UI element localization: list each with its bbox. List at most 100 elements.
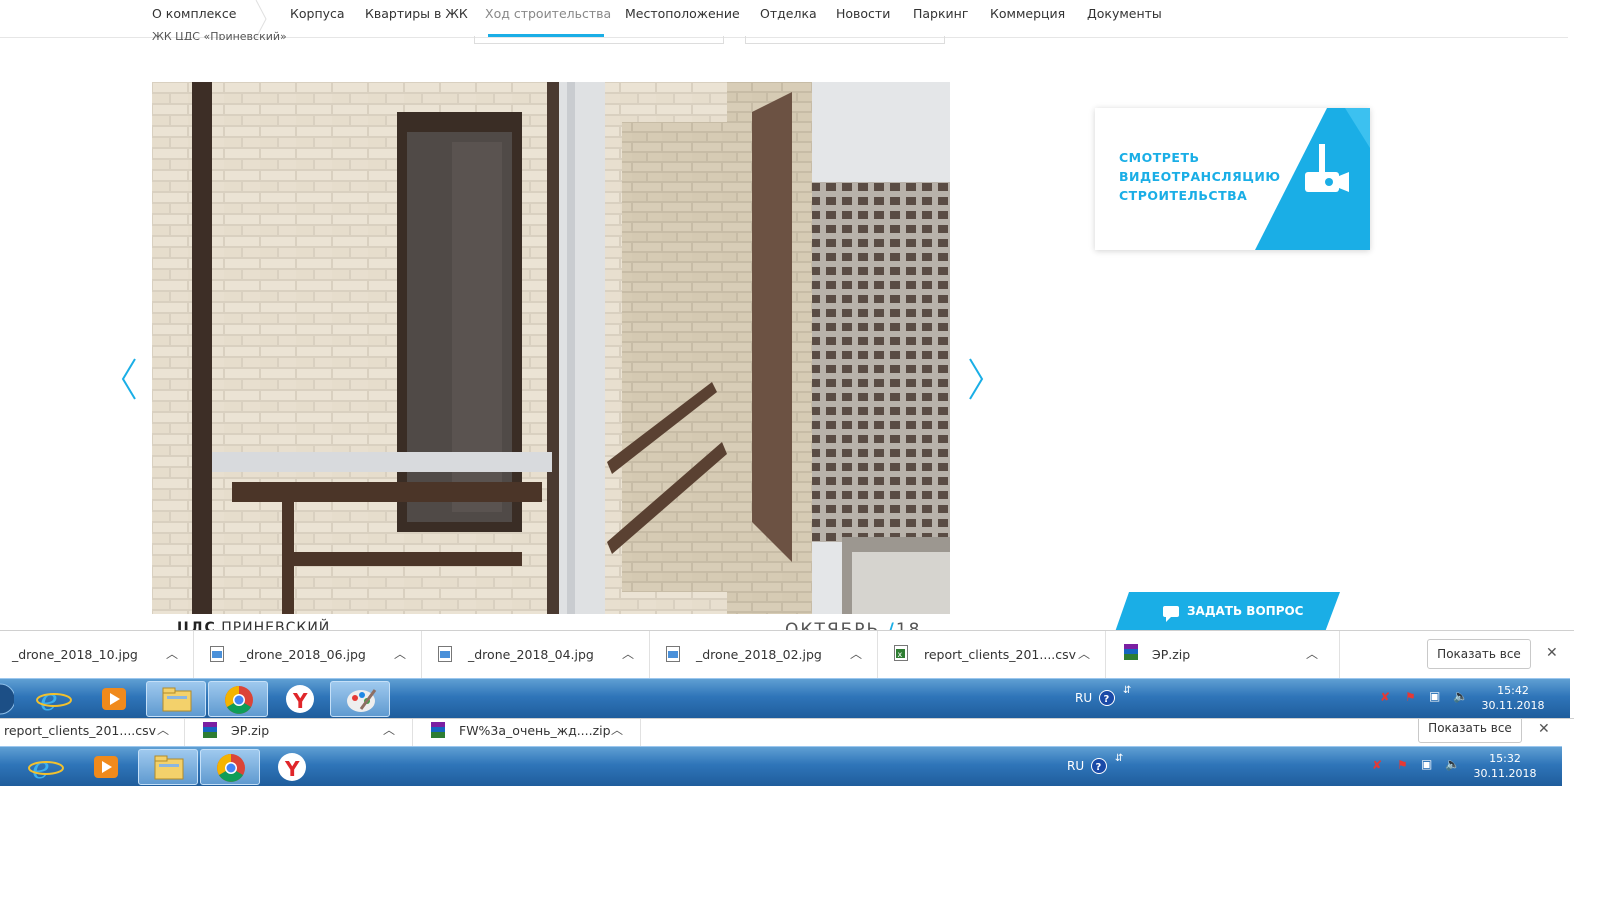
chevron-up-icon[interactable]: ︿ [611,721,623,738]
download-item[interactable]: _drone_2018_02.jpg ︿ [650,631,878,678]
close-downloads-icon[interactable]: ✕ [1538,721,1550,737]
taskbar-ie[interactable]: e [16,749,76,786]
taskbar-chrome[interactable] [200,749,260,785]
nav-apartments[interactable]: Квартиры в ЖК [365,6,468,21]
clock-date: 30.11.2018 [1473,767,1537,780]
gallery-caption-project: ЦДС ПРИНЕВСКИЙ [177,620,330,630]
nav-parking[interactable]: Паркинг [913,6,968,21]
excel-file-icon: x [894,645,908,661]
language-indicator[interactable]: RU [1067,759,1084,773]
taskbar-explorer[interactable] [138,749,198,785]
filter-select-2[interactable] [745,36,945,44]
download-item[interactable]: report_clients_201....csv ︿ [0,719,185,746]
download-item[interactable]: ЭР.zip ︿ [185,719,413,746]
help-icon[interactable]: ? [1098,689,1116,710]
filter-select-1[interactable] [474,36,724,44]
caption-project-name: ПРИНЕВСКИЙ [221,620,331,630]
video-card-text: СМОТРЕТЬ ВИДЕОТРАНСЛЯЦИЮ СТРОИТЕЛЬСТВА [1119,150,1281,203]
taskbar-media-player[interactable] [76,749,136,785]
download-item[interactable]: ЭР.zip ︿ [1106,631,1340,678]
taskbar-chrome[interactable] [208,681,268,717]
chevron-up-icon[interactable]: ︿ [622,645,634,662]
taskbar-ie[interactable]: e [24,681,84,718]
network-icon[interactable]: ▣ [1421,757,1432,771]
svg-text:e: e [40,683,58,717]
download-filename: _drone_2018_06.jpg [240,647,366,662]
download-item[interactable]: _drone_2018_06.jpg ︿ [194,631,422,678]
yandex-browser-icon: Y [286,685,314,713]
archive-file-icon [431,722,445,738]
svg-text:Y: Y [292,689,308,713]
show-all-downloads-button[interactable]: Показать все [1427,639,1531,669]
archive-file-icon [1124,644,1138,660]
svg-text:x: x [898,650,903,659]
antivirus-tray-icon[interactable]: ✘ [1372,758,1382,772]
folder-icon [162,687,192,712]
caption-year: 18 [895,620,922,630]
ask-question-label: ЗАДАТЬ ВОПРОС [1187,604,1304,618]
download-item[interactable]: _drone_2018_04.jpg ︿ [422,631,650,678]
chrome-icon [217,754,245,782]
chrome-icon [225,686,253,714]
action-center-icon[interactable]: ⚑ [1397,758,1408,772]
caption-brand: ЦДС [177,620,216,630]
chevron-up-icon[interactable]: ︿ [383,721,395,738]
network-icon[interactable]: ▣ [1429,689,1440,703]
download-filename: _drone_2018_02.jpg [696,647,822,662]
taskbar-yandex[interactable]: Y [270,681,330,717]
image-file-icon [438,646,452,662]
language-bar-options-icon[interactable]: ⇵ [1115,753,1123,764]
nav-location[interactable]: Местоположение [625,6,740,21]
nav-finishing[interactable]: Отделка [760,6,817,21]
windows-taskbar: e Y RU ? ⇵ ✘ ⚑ ▣ 🔈 15:42 30.11.2018 [0,678,1570,718]
caption-slash: / [887,620,896,630]
nav-buildings[interactable]: Корпуса [290,6,345,21]
chevron-up-icon[interactable]: ︿ [394,645,406,662]
action-center-icon[interactable]: ⚑ [1405,690,1416,704]
language-indicator[interactable]: RU [1075,691,1092,705]
taskbar-yandex[interactable]: Y [262,749,322,785]
media-player-icon [102,688,126,710]
help-icon[interactable]: ? [1090,757,1108,778]
gallery-caption-date: ОКТЯБРЬ /18 [785,620,922,630]
chevron-up-icon[interactable]: ︿ [157,721,169,738]
taskbar-explorer[interactable] [146,681,206,717]
chevron-up-icon[interactable]: ︿ [850,645,862,662]
chevron-up-icon[interactable]: ︿ [166,645,178,662]
archive-file-icon [203,722,217,738]
volume-icon[interactable]: 🔈 [1453,689,1468,703]
close-downloads-icon[interactable]: ✕ [1546,645,1558,661]
clock[interactable]: 15:42 30.11.2018 [1478,683,1548,713]
start-button-icon[interactable] [0,681,14,717]
antivirus-tray-icon[interactable]: ✘ [1380,690,1390,704]
show-all-downloads-button[interactable]: Показать все [1418,719,1522,743]
video-stream-card[interactable]: СМОТРЕТЬ ВИДЕОТРАНСЛЯЦИЮ СТРОИТЕЛЬСТВА [1095,108,1370,250]
chevron-up-icon[interactable]: ︿ [1306,645,1318,662]
taskbar-paint[interactable] [330,681,390,717]
volume-icon[interactable]: 🔈 [1445,757,1460,771]
download-filename: _drone_2018_10.jpg [12,647,138,662]
download-filename: _drone_2018_04.jpg [468,647,594,662]
language-bar-options-icon[interactable]: ⇵ [1123,685,1131,696]
nav-construction-progress[interactable]: Ход строительства [485,6,611,21]
windows-taskbar-secondary: e Y RU ? ⇵ ✘ ⚑ ▣ 🔈 15:32 30.11.2018 [0,746,1562,786]
taskbar-media-player[interactable] [84,681,144,717]
nav-news[interactable]: Новости [836,6,890,21]
construction-photo [152,82,950,614]
nav-about[interactable]: О комплексе [152,6,236,21]
image-file-icon [210,646,224,662]
nav-documents[interactable]: Документы [1087,6,1162,21]
download-item[interactable]: x report_clients_201....csv ︿ [878,631,1106,678]
clock-time: 15:32 [1489,752,1521,765]
download-item[interactable]: FW%3a_очень_жд....zip ︿ [413,719,641,746]
prev-arrow-icon[interactable] [117,355,143,403]
svg-text:?: ? [1096,762,1102,773]
download-item[interactable]: _drone_2018_10.jpg ︿ [0,631,194,678]
next-arrow-icon[interactable] [962,355,988,403]
clock[interactable]: 15:32 30.11.2018 [1470,751,1540,781]
download-filename: ЭР.zip [1152,647,1191,662]
paint-icon [347,689,377,712]
download-filename: report_clients_201....csv [924,647,1077,662]
chevron-up-icon[interactable]: ︿ [1078,645,1090,662]
nav-commercial[interactable]: Коммерция [990,6,1065,21]
